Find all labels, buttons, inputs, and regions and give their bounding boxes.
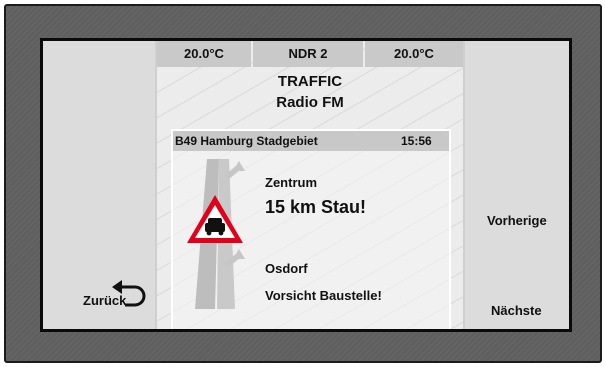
page-title: TRAFFIC Radio FM: [157, 71, 463, 113]
exit-text: Osdorf: [265, 261, 308, 276]
temperature-left: 20.0°C: [157, 41, 251, 67]
left-softkey-panel: Zurück: [43, 41, 157, 329]
previous-button[interactable]: Vorherige: [487, 213, 547, 228]
title-line-2: Radio FM: [276, 94, 344, 111]
display-screen: Zurück 20.0°C NDR 2 20.0°C TRAFFIC Radio…: [40, 38, 572, 332]
next-button[interactable]: Nächste: [491, 303, 542, 318]
right-softkey-panel: Vorherige Nächste: [463, 41, 569, 329]
title-line-1: TRAFFIC: [277, 73, 343, 90]
radio-station: NDR 2: [253, 41, 363, 67]
jam-headline: 15 km Stau!: [265, 197, 367, 217]
direction-text: Zentrum: [265, 175, 317, 190]
back-button[interactable]: Zurück: [83, 279, 153, 319]
traffic-info-area: 20.0°C NDR 2 20.0°C TRAFFIC Radio FM B49…: [157, 41, 463, 329]
return-arrow-icon: [112, 280, 146, 307]
traffic-message-panel: B49 Hamburg Stadgebiet 15:56 Zentrum 15 …: [171, 129, 451, 329]
message-header: B49 Hamburg Stadgebiet 15:56: [173, 131, 449, 151]
temperature-right: 20.0°C: [365, 41, 463, 67]
road-name: B49 Hamburg Stadgebiet: [175, 134, 318, 148]
status-bar: 20.0°C NDR 2 20.0°C: [157, 41, 463, 67]
message-time: 15:56: [401, 134, 432, 148]
traffic-jam-warning-icon: [187, 195, 243, 243]
notice-text: Vorsicht Baustelle!: [265, 288, 382, 303]
